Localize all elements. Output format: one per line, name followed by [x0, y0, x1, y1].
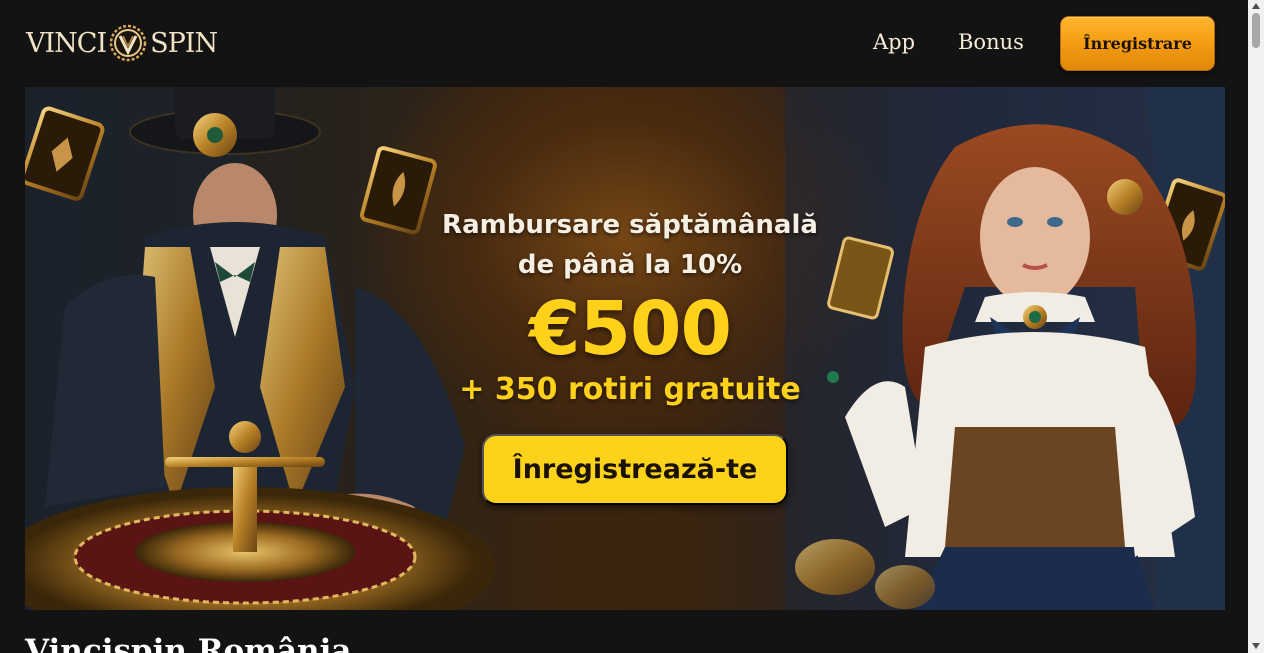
- site-header: VINCI SPIN App Bonus Înregistrare: [0, 0, 1248, 87]
- promo-free-spins: + 350 rotiri gratuite: [459, 372, 801, 407]
- promo-banner[interactable]: Rambursare săptămânală de până la 10% €5…: [25, 87, 1225, 610]
- scroll-thumb[interactable]: [1252, 13, 1260, 48]
- scroll-up-icon[interactable]: [1252, 3, 1260, 9]
- scroll-down-icon[interactable]: [1252, 643, 1260, 649]
- site-logo[interactable]: VINCI SPIN: [26, 20, 218, 66]
- logo-emblem-icon: [109, 24, 147, 62]
- promo-amount: €500: [529, 286, 732, 372]
- promo-cashback-line1: Rambursare săptămânală: [442, 210, 818, 240]
- logo-text-left: VINCI: [26, 27, 107, 59]
- promo-text: Rambursare săptămânală de până la 10% €5…: [420, 205, 840, 409]
- nav-link-bonus[interactable]: Bonus: [958, 30, 1024, 54]
- page-scrollbar[interactable]: [1248, 0, 1264, 653]
- promo-cashback-line2: de până la 10%: [517, 250, 743, 280]
- banner-register-button[interactable]: Înregistrează-te: [482, 434, 788, 505]
- nav-link-app[interactable]: App: [873, 30, 915, 54]
- page-title: Vincispin România: [25, 633, 352, 653]
- logo-text-right: SPIN: [150, 27, 218, 59]
- register-button[interactable]: Înregistrare: [1060, 16, 1215, 71]
